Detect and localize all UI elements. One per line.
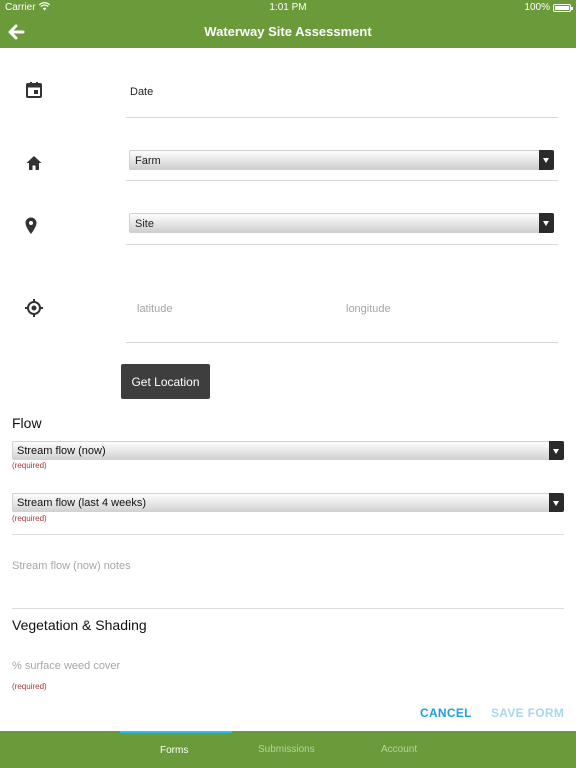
- crosshair-icon: [24, 298, 44, 318]
- farm-select-value: Farm: [135, 155, 161, 167]
- cancel-button[interactable]: CANCEL: [420, 706, 472, 720]
- battery-percent: 100%: [524, 2, 550, 13]
- save-form-button[interactable]: SAVE FORM: [491, 706, 564, 720]
- longitude-input[interactable]: longitude: [346, 303, 391, 315]
- stream-flow-now-select[interactable]: Stream flow (now): [12, 441, 564, 460]
- farm-select[interactable]: Farm: [129, 150, 554, 170]
- chevron-down-icon: [549, 493, 564, 512]
- active-tab-indicator: [120, 731, 232, 733]
- weed-cover-input[interactable]: % surface weed cover: [12, 660, 120, 672]
- site-select[interactable]: Site: [129, 213, 554, 233]
- chevron-down-icon: [539, 213, 554, 233]
- latitude-input[interactable]: latitude: [137, 303, 172, 315]
- stream-flow-notes-input[interactable]: Stream flow (now) notes: [12, 560, 131, 572]
- divider: [12, 534, 564, 535]
- required-label: (required): [12, 461, 47, 470]
- vegetation-section-title: Vegetation & Shading: [12, 617, 147, 633]
- clock: 1:01 PM: [269, 2, 307, 13]
- tab-account[interactable]: Account: [381, 744, 417, 755]
- status-bar: Carrier 1:01 PM 100%: [0, 0, 576, 16]
- tab-submissions[interactable]: Submissions: [258, 744, 315, 755]
- location-underline: [126, 342, 558, 343]
- date-field[interactable]: Date: [130, 86, 153, 98]
- divider: [12, 608, 564, 609]
- required-label: (required): [12, 682, 47, 691]
- get-location-button[interactable]: Get Location: [121, 364, 210, 399]
- required-label: (required): [12, 514, 47, 523]
- farm-underline: [126, 180, 558, 181]
- home-icon: [24, 153, 44, 173]
- chevron-down-icon: [549, 441, 564, 460]
- stream-flow-last4-value: Stream flow (last 4 weeks): [17, 497, 146, 509]
- stream-flow-last4-select[interactable]: Stream flow (last 4 weeks): [12, 493, 564, 512]
- site-underline: [126, 244, 558, 245]
- tab-bar: Forms Submissions Account: [0, 731, 576, 768]
- date-underline: [126, 117, 558, 118]
- stream-flow-now-value: Stream flow (now): [17, 445, 106, 457]
- chevron-down-icon: [539, 150, 554, 170]
- battery-icon: [553, 4, 573, 12]
- tab-forms[interactable]: Forms: [160, 745, 188, 756]
- flow-section-title: Flow: [12, 415, 42, 431]
- page-title: Waterway Site Assessment: [204, 24, 372, 39]
- calendar-icon: [24, 80, 44, 100]
- nav-bar: Waterway Site Assessment: [0, 16, 576, 48]
- map-pin-icon: [24, 216, 44, 236]
- site-select-value: Site: [135, 218, 154, 230]
